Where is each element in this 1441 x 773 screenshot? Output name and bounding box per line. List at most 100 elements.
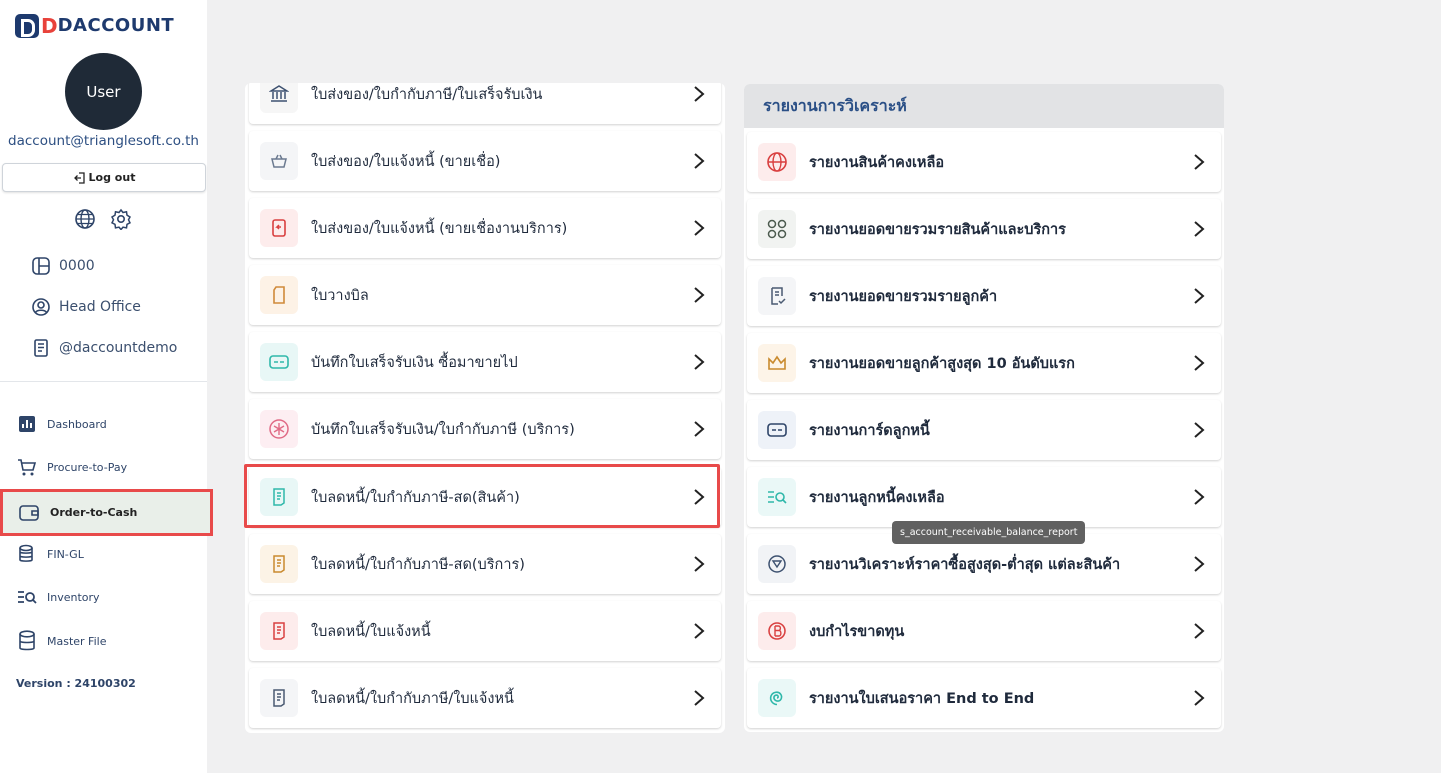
spiral-icon	[758, 679, 796, 717]
list-search-icon	[18, 591, 37, 604]
branch-text: Head Office	[59, 299, 141, 315]
gear-icon[interactable]	[110, 208, 132, 230]
chevron-right-icon	[694, 220, 705, 236]
card-outline-icon	[260, 276, 298, 314]
report-label: รายงานยอดขายรวมรายสินค้าและบริการ	[809, 221, 1066, 238]
doc-label: ใบวางบิล	[311, 287, 369, 304]
report-label: รายงานการ์ดลูกหนี้	[809, 422, 930, 439]
doc-item-billing[interactable]: ใบวางบิล	[249, 265, 721, 325]
nav-item-master-file[interactable]: Master File	[17, 630, 106, 652]
logout-label: Log out	[88, 171, 136, 184]
report-item-sales-by-customer[interactable]: รายงานยอดขายรวมรายลูกค้า	[747, 266, 1221, 326]
doc-lines-icon	[260, 612, 298, 650]
chevron-right-icon	[1194, 154, 1205, 170]
doc-item-receipt[interactable]: ใบส่งของ/ใบกำกับภาษี/ใบเสร็จรับเงิน	[249, 83, 721, 124]
logout-button[interactable]: Log out	[2, 163, 206, 192]
bitcoin-icon	[758, 612, 796, 650]
sidebar-divider	[0, 381, 207, 382]
document-icon	[34, 339, 48, 357]
chevron-right-icon	[1194, 623, 1205, 639]
coins-icon	[19, 544, 33, 562]
user-email: daccount@trianglesoft.co.th	[8, 133, 199, 149]
chevron-right-icon	[1194, 489, 1205, 505]
grid-circles-icon	[758, 210, 796, 248]
report-item-quotation-end-to-end[interactable]: รายงานใบเสนอราคา End to End	[747, 668, 1221, 728]
doc-label: บันทึกใบเสร็จรับเงิน ซื้อมาขายไป	[311, 354, 518, 371]
nav-label: Dashboard	[47, 417, 107, 431]
card-icon	[758, 411, 796, 449]
layout-icon	[32, 257, 50, 275]
basket-icon	[260, 142, 298, 180]
logo-icon	[15, 14, 39, 38]
report-label: รายงานสินค้าคงเหลือ	[809, 154, 945, 171]
doc-label: ใบส่งของ/ใบแจ้งหนี้ (ขายเชื่องานบริการ)	[311, 220, 568, 237]
doc-item-invoice-service[interactable]: ใบส่งของ/ใบแจ้งหนี้ (ขายเชื่องานบริการ)	[249, 198, 721, 258]
company-code: 0000	[31, 256, 95, 276]
nav-item-order-to-cash[interactable]: Order-to-Cash	[0, 489, 213, 536]
report-item-top-10-customers[interactable]: รายงานยอดขายลูกค้าสูงสุด 10 อันดับแรก	[747, 333, 1221, 393]
bar-chart-icon	[19, 416, 35, 432]
tooltip: s_account_receivable_balance_report	[892, 521, 1086, 544]
brand-logo[interactable]: D DACCOUNT	[15, 14, 174, 38]
doc-lines-icon	[260, 478, 298, 516]
doc-item-receipt-trading[interactable]: บันทึกใบเสร็จรับเงิน ซื้อมาขายไป	[249, 332, 721, 392]
doc-item-credit-note-tax-invoice[interactable]: ใบลดหนี้/ใบกำกับภาษี/ใบแจ้งหนี้	[249, 668, 721, 728]
list-search-icon	[758, 478, 796, 516]
report-item-profit-loss[interactable]: งบกำไรขาดทุน	[747, 601, 1221, 661]
nav-item-procure-to-pay[interactable]: Procure-to-Pay	[17, 457, 127, 477]
reports-title: รายงานการวิเคราะห์	[744, 84, 1224, 128]
report-item-receivable-balance[interactable]: รายงานลูกหนี้คงเหลือ	[747, 467, 1221, 527]
globe-icon[interactable]	[74, 208, 96, 230]
doc-lines-icon	[260, 545, 298, 583]
nav-label: Inventory	[47, 590, 100, 604]
chevron-right-icon	[694, 153, 705, 169]
nav-item-fin-gl[interactable]: FIN-GL	[17, 544, 84, 564]
chevron-right-icon	[1194, 422, 1205, 438]
report-label: งบกำไรขาดทุน	[809, 623, 905, 640]
avatar[interactable]: User	[65, 53, 142, 130]
nav-label: FIN-GL	[47, 547, 84, 561]
nav-item-dashboard[interactable]: Dashboard	[17, 414, 107, 434]
logo-letter: D	[41, 14, 58, 38]
user-circle-icon	[32, 298, 50, 316]
wallet-icon	[19, 504, 39, 521]
report-item-sales-by-product[interactable]: รายงานยอดขายรวมรายสินค้าและบริการ	[747, 199, 1221, 259]
report-item-stock-balance[interactable]: รายงานสินค้าคงเหลือ	[747, 132, 1221, 192]
chevron-right-icon	[1194, 690, 1205, 706]
report-label: รายงานวิเคราะห์ราคาซื้อสูงสุด-ต่ำสุด แต่…	[809, 556, 1121, 573]
chevron-right-icon	[694, 556, 705, 572]
sidebar: D DACCOUNT User daccount@trianglesoft.co…	[0, 0, 213, 773]
report-item-debtor-card[interactable]: รายงานการ์ดลูกหนี้	[747, 400, 1221, 460]
report-label: รายงานยอดขายลูกค้าสูงสุด 10 อันดับแรก	[809, 355, 1075, 372]
chevron-right-icon	[694, 489, 705, 505]
card-icon	[260, 343, 298, 381]
chevron-right-icon	[694, 287, 705, 303]
doc-item-invoice-credit[interactable]: ใบส่งของ/ใบแจ้งหนี้ (ขายเชื่อ)	[249, 131, 721, 191]
chevron-right-icon	[1194, 221, 1205, 237]
star-circle-icon	[260, 410, 298, 448]
nav-item-inventory[interactable]: Inventory	[17, 587, 100, 607]
doc-label: ใบลดหนี้/ใบกำกับภาษี-สด(สินค้า)	[311, 489, 520, 506]
target-icon	[758, 545, 796, 583]
doc-item-credit-note-goods[interactable]: ใบลดหนี้/ใบกำกับภาษี-สด(สินค้า)	[249, 467, 721, 527]
doc-label: ใบส่งของ/ใบกำกับภาษี/ใบเสร็จรับเงิน	[311, 86, 543, 103]
chevron-right-icon	[694, 690, 705, 706]
doc-item-credit-note-invoice[interactable]: ใบลดหนี้/ใบแจ้งหนี้	[249, 601, 721, 661]
chevron-right-icon	[694, 354, 705, 370]
globe-icon	[758, 143, 796, 181]
crown-icon	[758, 344, 796, 382]
doc-label: ใบลดหนี้/ใบกำกับภาษี/ใบแจ้งหนี้	[311, 690, 514, 707]
cart-icon	[18, 459, 37, 476]
company-code-text: 0000	[59, 258, 95, 274]
doc-check-icon	[758, 277, 796, 315]
report-label: รายงานใบเสนอราคา End to End	[809, 690, 1035, 707]
doc-item-credit-note-service[interactable]: ใบลดหนี้/ใบกำกับภาษี-สด(บริการ)	[249, 534, 721, 594]
chevron-right-icon	[1194, 556, 1205, 572]
avatar-label: User	[86, 82, 121, 101]
doc-item-receipt-service[interactable]: บันทึกใบเสร็จรับเงิน/ใบกำกับภาษี (บริการ…	[249, 399, 721, 459]
document-list-panel: ใบส่งของ/ใบกำกับภาษี/ใบเสร็จรับเงิน ใบส่…	[245, 83, 725, 733]
version-label: Version : 24100302	[16, 677, 136, 690]
doc-label: ใบส่งของ/ใบแจ้งหนี้ (ขายเชื่อ)	[311, 153, 501, 170]
chevron-right-icon	[694, 421, 705, 437]
chevron-right-icon	[1194, 355, 1205, 371]
